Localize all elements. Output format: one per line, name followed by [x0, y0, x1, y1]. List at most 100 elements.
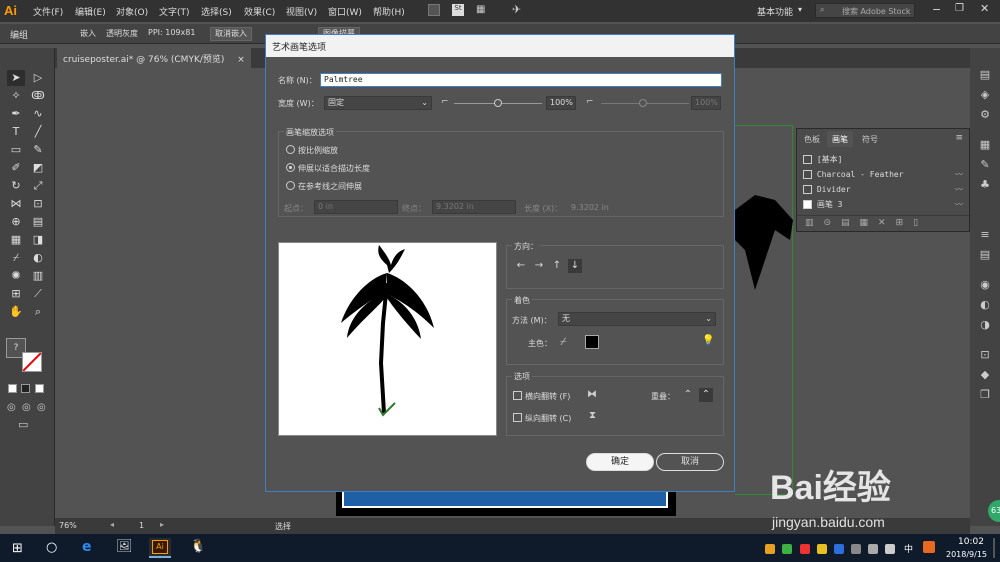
- line-tool-icon[interactable]: ╱: [31, 125, 45, 139]
- menu-effect[interactable]: 效果(C): [244, 5, 275, 18]
- arrow-down-icon[interactable]: ↓: [568, 259, 582, 273]
- transform-icon[interactable]: ⊡: [978, 348, 992, 362]
- guides-radio[interactable]: [286, 181, 295, 190]
- eyedropper-icon[interactable]: ⌿: [9, 251, 23, 265]
- flip-horizontal-checkbox[interactable]: [513, 391, 522, 400]
- menu-type[interactable]: 文字(T): [159, 5, 190, 18]
- display-icon[interactable]: [851, 544, 861, 554]
- tab-brushes[interactable]: 画笔: [827, 131, 853, 147]
- layers-icon[interactable]: ◆: [978, 368, 992, 382]
- clock-time[interactable]: 10:02: [958, 537, 984, 547]
- show-desktop-button[interactable]: [993, 538, 995, 558]
- maximize-icon[interactable]: ❐: [955, 3, 964, 14]
- column-graph-icon[interactable]: ▥: [31, 269, 45, 283]
- stretch-radio[interactable]: [286, 163, 295, 172]
- panel-footer-buttons[interactable]: ▥⊝▤▦✕⊞▯: [797, 215, 969, 231]
- tray-app-icon[interactable]: [817, 544, 827, 554]
- bridge-icon[interactable]: [428, 4, 440, 16]
- tips-lightbulb-icon[interactable]: 💡: [702, 335, 714, 346]
- tray-app-icon[interactable]: [782, 544, 792, 554]
- windows-start-icon[interactable]: ⊞: [12, 541, 23, 556]
- tray-app-icon[interactable]: [765, 544, 775, 554]
- stock-icon[interactable]: St: [452, 4, 464, 16]
- ime-indicator[interactable]: 中: [904, 542, 913, 555]
- gradient-tool-icon[interactable]: ◨: [31, 233, 45, 247]
- brushes-icon[interactable]: ✎: [978, 158, 992, 172]
- hand-tool-icon[interactable]: ✋: [9, 305, 23, 319]
- free-transform-icon[interactable]: ⊡: [31, 197, 45, 211]
- tab-symbols[interactable]: 符号: [857, 131, 883, 147]
- stock-search-input[interactable]: ⌕ 搜索 Adobe Stock: [815, 3, 915, 18]
- qq-icon[interactable]: 🐧: [190, 539, 206, 554]
- page-nav-next-icon[interactable]: ▸: [160, 520, 164, 529]
- workspace-switcher[interactable]: 基本功能: [757, 5, 793, 18]
- curvature-tool-icon[interactable]: ∿: [31, 107, 45, 121]
- color-guide-icon[interactable]: ⚙: [978, 108, 992, 122]
- overlap-adjust-icon[interactable]: ⌃: [681, 388, 695, 402]
- direct-selection-tool-icon[interactable]: ▷: [31, 71, 45, 85]
- brush-item[interactable]: 画笔 3 〰: [803, 198, 967, 212]
- shape-builder-icon[interactable]: ⊕: [9, 215, 23, 229]
- lasso-icon[interactable]: ↂ: [31, 89, 45, 103]
- selected-art-bounds[interactable]: [735, 125, 793, 495]
- zoom-level[interactable]: 76%: [59, 521, 77, 530]
- graphic-styles-icon[interactable]: ◐: [978, 298, 992, 312]
- network-icon[interactable]: [868, 544, 878, 554]
- tab-swatches[interactable]: 色板: [799, 131, 825, 147]
- libraries-icon[interactable]: ◈: [978, 88, 992, 102]
- arrow-left-icon[interactable]: ←: [514, 259, 528, 273]
- magic-wand-icon[interactable]: ✧: [9, 89, 23, 103]
- width-slider-knob[interactable]: [494, 99, 502, 107]
- arrange-documents-icon[interactable]: ▦: [476, 4, 492, 16]
- blend-tool-icon[interactable]: ◐: [31, 251, 45, 265]
- arrow-right-icon[interactable]: →: [532, 259, 546, 273]
- width-dropdown[interactable]: 固定 ⌄: [324, 96, 432, 110]
- panel-menu-icon[interactable]: ≡: [955, 133, 963, 143]
- eraser-tool-icon[interactable]: ◩: [31, 161, 45, 175]
- bluetooth-icon[interactable]: [834, 544, 844, 554]
- width-percent-input[interactable]: 100%: [546, 96, 576, 110]
- unembed-button[interactable]: 取消嵌入: [210, 27, 252, 41]
- volume-icon[interactable]: [885, 544, 895, 554]
- draw-behind-icon[interactable]: ◎: [22, 402, 31, 413]
- symbol-sprayer-icon[interactable]: ✺: [9, 269, 23, 283]
- arrow-up-icon[interactable]: ↑: [550, 259, 564, 273]
- menu-window[interactable]: 窗口(W): [328, 5, 362, 18]
- gradient-mode-icon[interactable]: [21, 384, 30, 393]
- eyedropper-icon[interactable]: ⌿: [560, 335, 567, 349]
- artboards-icon[interactable]: ❐: [978, 388, 992, 402]
- gradient-icon[interactable]: ▤: [978, 248, 992, 262]
- properties-icon[interactable]: ▤: [978, 68, 992, 82]
- stroke-swatch[interactable]: [22, 352, 42, 372]
- screen-mode-icon[interactable]: ▭: [18, 418, 28, 431]
- type-tool-icon[interactable]: T: [9, 125, 23, 139]
- tray-app-icon[interactable]: [800, 544, 810, 554]
- artboard-tool-icon[interactable]: ⊞: [9, 287, 23, 301]
- menu-edit[interactable]: 编辑(E): [75, 5, 106, 18]
- menu-select[interactable]: 选择(S): [201, 5, 232, 18]
- pen-tool-icon[interactable]: ✒: [9, 107, 23, 121]
- menu-object[interactable]: 对象(O): [116, 5, 148, 18]
- color-mode-icon[interactable]: [8, 384, 17, 393]
- perspective-grid-icon[interactable]: ▤: [31, 215, 45, 229]
- symbols-icon[interactable]: ♣: [978, 178, 992, 192]
- key-color-swatch[interactable]: [585, 335, 599, 349]
- brush-item[interactable]: Divider 〰: [803, 183, 967, 197]
- stroke-icon[interactable]: ≡: [978, 228, 992, 242]
- cancel-button[interactable]: 取消: [656, 453, 724, 471]
- brush-item[interactable]: Charcoal - Feather 〰: [803, 168, 967, 182]
- appearance-icon[interactable]: ◉: [978, 278, 992, 292]
- menu-view[interactable]: 视图(V): [286, 5, 317, 18]
- shaper-tool-icon[interactable]: ✐: [9, 161, 23, 175]
- slice-tool-icon[interactable]: ⟋: [31, 287, 45, 301]
- mesh-tool-icon[interactable]: ▦: [9, 233, 23, 247]
- paintbrush-tool-icon[interactable]: ✎: [31, 143, 45, 157]
- minimize-icon[interactable]: −: [932, 3, 941, 16]
- width-tool-icon[interactable]: ⋈: [9, 197, 23, 211]
- illustrator-taskbar-button[interactable]: Ai: [149, 538, 171, 558]
- draw-inside-icon[interactable]: ◎: [37, 402, 46, 413]
- menu-help[interactable]: 帮助(H): [373, 5, 405, 18]
- overlap-none-icon[interactable]: ⌃: [699, 388, 713, 402]
- photos-icon[interactable]: 🖼: [116, 539, 133, 554]
- edge-icon[interactable]: e: [82, 539, 92, 555]
